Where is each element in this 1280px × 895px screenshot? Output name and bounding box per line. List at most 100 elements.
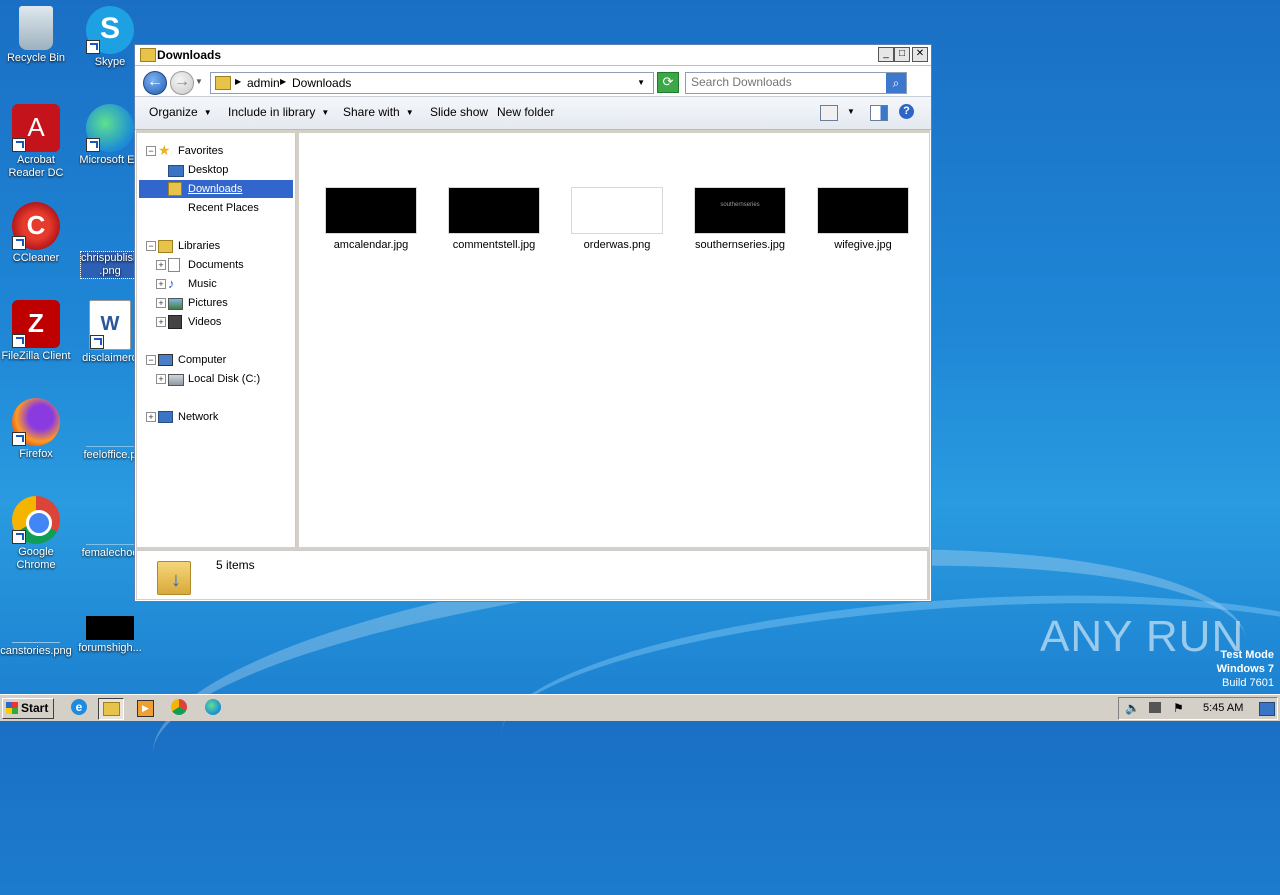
file-item[interactable]: southernseries southernseries.jpg — [685, 187, 795, 251]
desktop-icon-recycle-bin[interactable]: Recycle Bin — [0, 6, 76, 65]
filezilla-icon: Z — [12, 300, 60, 348]
thumbnail-text: southernseries — [720, 202, 760, 208]
folder-icon — [215, 76, 231, 90]
recent-places-icon — [168, 201, 184, 215]
navigation-pane: − ★ Favorites Desktop Downloads Recent P… — [137, 133, 296, 547]
media-player-icon: ▶ — [137, 700, 154, 717]
minimize-button[interactable]: _ — [878, 47, 894, 62]
slide-show-button[interactable]: Slide show — [430, 105, 488, 119]
search-box[interactable]: ⌕ — [685, 72, 907, 94]
acrobat-icon: A — [12, 104, 60, 152]
desktop-icon-ccleaner[interactable]: C CCleaner — [0, 202, 76, 265]
expand-icon[interactable]: + — [156, 317, 166, 327]
view-dropdown-icon[interactable]: ▼ — [847, 107, 855, 116]
skype-icon: S — [86, 6, 134, 54]
expand-icon[interactable]: + — [156, 279, 166, 289]
clock[interactable]: 5:45 AM — [1203, 702, 1243, 714]
taskbar-chrome[interactable] — [168, 698, 192, 718]
file-item[interactable]: wifegive.jpg — [808, 187, 918, 251]
breadcrumb-admin[interactable]: admin — [247, 76, 280, 90]
maximize-button[interactable]: □ — [894, 47, 910, 62]
search-button[interactable]: ⌕ — [886, 73, 906, 93]
taskbar-media-player[interactable]: ▶ — [134, 698, 158, 718]
collapse-icon[interactable]: − — [146, 355, 156, 365]
show-desktop-button[interactable] — [1259, 702, 1275, 716]
explorer-window: Downloads _ □ ✕ ← → ▼ ▶ admin ▶ Download… — [134, 44, 932, 602]
image-file-icon — [86, 616, 134, 640]
search-icon: ⌕ — [892, 76, 900, 90]
downloads-folder-icon: ↓ — [157, 555, 193, 595]
desktop-icon-filezilla[interactable]: Z FileZilla Client — [0, 300, 76, 363]
change-view-icon[interactable] — [820, 105, 838, 121]
file-name: orderwas.png — [583, 239, 651, 251]
collapse-icon[interactable]: − — [146, 241, 156, 251]
file-thumbnail: southernseries — [694, 187, 786, 234]
desktop-icon-forumshigh[interactable]: forumshigh... — [70, 594, 150, 655]
documents-icon — [168, 258, 180, 272]
taskbar: Start e ▶ 🔈 ⚑ 5:45 AM — [0, 694, 1280, 721]
breadcrumb-downloads[interactable]: Downloads — [292, 76, 351, 90]
network-icon — [158, 411, 173, 423]
address-bar[interactable]: ▶ admin ▶ Downloads ▼ — [210, 72, 654, 94]
network-tray-icon[interactable] — [1149, 702, 1161, 713]
taskbar-edge[interactable] — [202, 698, 226, 718]
address-dropdown-icon[interactable]: ▼ — [637, 78, 645, 87]
details-pane: ↓ 5 items — [137, 550, 927, 599]
system-tray: 🔈 ⚑ 5:45 AM — [1118, 697, 1278, 720]
history-dropdown-icon[interactable]: ▼ — [195, 77, 203, 86]
dropdown-caret-icon: ▼ — [203, 108, 212, 117]
action-center-flag-icon[interactable]: ⚑ — [1173, 701, 1184, 715]
back-arrow-icon: ← — [147, 73, 163, 90]
taskbar-ie[interactable]: e — [68, 698, 92, 718]
anyrun-watermark: ANY RUN — [1040, 612, 1245, 661]
item-count: 5 items — [216, 558, 255, 572]
computer-icon — [158, 354, 173, 366]
forward-button[interactable]: → — [170, 71, 194, 95]
expand-icon[interactable]: + — [146, 412, 156, 422]
back-button[interactable]: ← — [143, 71, 167, 95]
chrome-icon — [12, 496, 60, 544]
start-button[interactable]: Start — [2, 698, 54, 719]
downloads-folder-icon — [168, 182, 182, 196]
new-folder-button[interactable]: New folder — [497, 105, 554, 119]
file-item[interactable]: commentstell.jpg — [439, 187, 549, 251]
file-list: amcalendar.jpg commentstell.jpg orderwas… — [299, 133, 929, 547]
png-file-icon — [86, 202, 134, 250]
ccleaner-icon: C — [12, 202, 60, 250]
file-thumbnail — [571, 187, 663, 234]
command-bar: Organize ▼ Include in library ▼ Share with… — [135, 96, 931, 130]
volume-icon[interactable]: 🔈 — [1125, 701, 1140, 715]
image-file-icon — [86, 496, 134, 545]
collapse-icon[interactable]: − — [146, 146, 156, 156]
desktop-icon-canstories[interactable]: canstories.png — [0, 594, 76, 658]
desktop-icon-chrome[interactable]: Google Chrome — [0, 496, 76, 572]
image-file-icon — [86, 398, 134, 447]
desktop-icon-firefox[interactable]: Firefox — [0, 398, 76, 461]
include-in-library-menu[interactable]: Include in library ▼ — [228, 105, 329, 119]
title-bar[interactable]: Downloads _ □ ✕ — [135, 45, 931, 66]
file-thumbnail — [325, 187, 417, 234]
expand-icon[interactable]: + — [156, 374, 166, 384]
expand-icon[interactable]: + — [156, 298, 166, 308]
share-with-menu[interactable]: Share with ▼ — [343, 105, 414, 119]
file-item[interactable]: amcalendar.jpg — [316, 187, 426, 251]
desktop-icon-acrobat[interactable]: A Acrobat Reader DC — [0, 104, 76, 180]
recycle-bin-icon — [19, 6, 53, 50]
local-disk-icon — [168, 374, 184, 386]
word-doc-icon: W — [89, 300, 131, 350]
organize-menu[interactable]: Organize ▼ — [149, 105, 212, 119]
search-input[interactable] — [686, 73, 881, 91]
expand-icon[interactable]: + — [156, 260, 166, 270]
close-button[interactable]: ✕ — [912, 47, 928, 62]
crumb-separator-icon: ▶ — [280, 77, 287, 86]
edge-icon — [86, 104, 134, 152]
help-button[interactable]: ? — [899, 104, 914, 119]
taskbar-explorer[interactable] — [98, 698, 124, 720]
edge-icon — [205, 699, 221, 715]
pictures-icon — [168, 298, 183, 310]
file-item[interactable]: orderwas.png — [562, 187, 672, 251]
preview-pane-icon[interactable] — [870, 105, 888, 121]
refresh-button[interactable]: ⟳ — [657, 72, 679, 93]
nav-downloads[interactable]: Downloads — [139, 180, 293, 198]
refresh-icon: ⟳ — [662, 74, 674, 89]
